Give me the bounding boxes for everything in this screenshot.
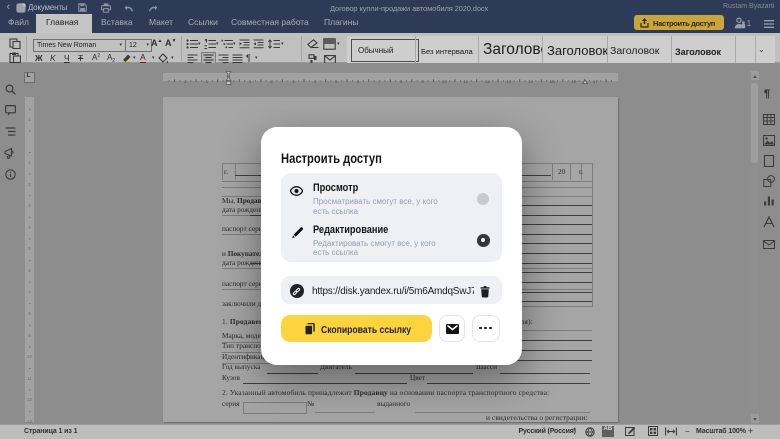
svg-text:7: 7 (28, 290, 31, 295)
svg-text:4: 4 (28, 225, 31, 230)
svg-text:3: 3 (28, 203, 31, 208)
svg-text:10: 10 (27, 354, 32, 359)
svg-text:9: 9 (28, 333, 31, 338)
svg-text:5: 5 (28, 246, 31, 251)
svg-text:1: 1 (28, 117, 31, 122)
svg-text:2: 2 (28, 182, 31, 187)
svg-text:6: 6 (28, 268, 31, 273)
svg-text:12: 12 (27, 397, 32, 402)
svg-text:1: 1 (28, 160, 31, 165)
svg-text:11: 11 (27, 376, 32, 381)
svg-text:8: 8 (28, 311, 31, 316)
